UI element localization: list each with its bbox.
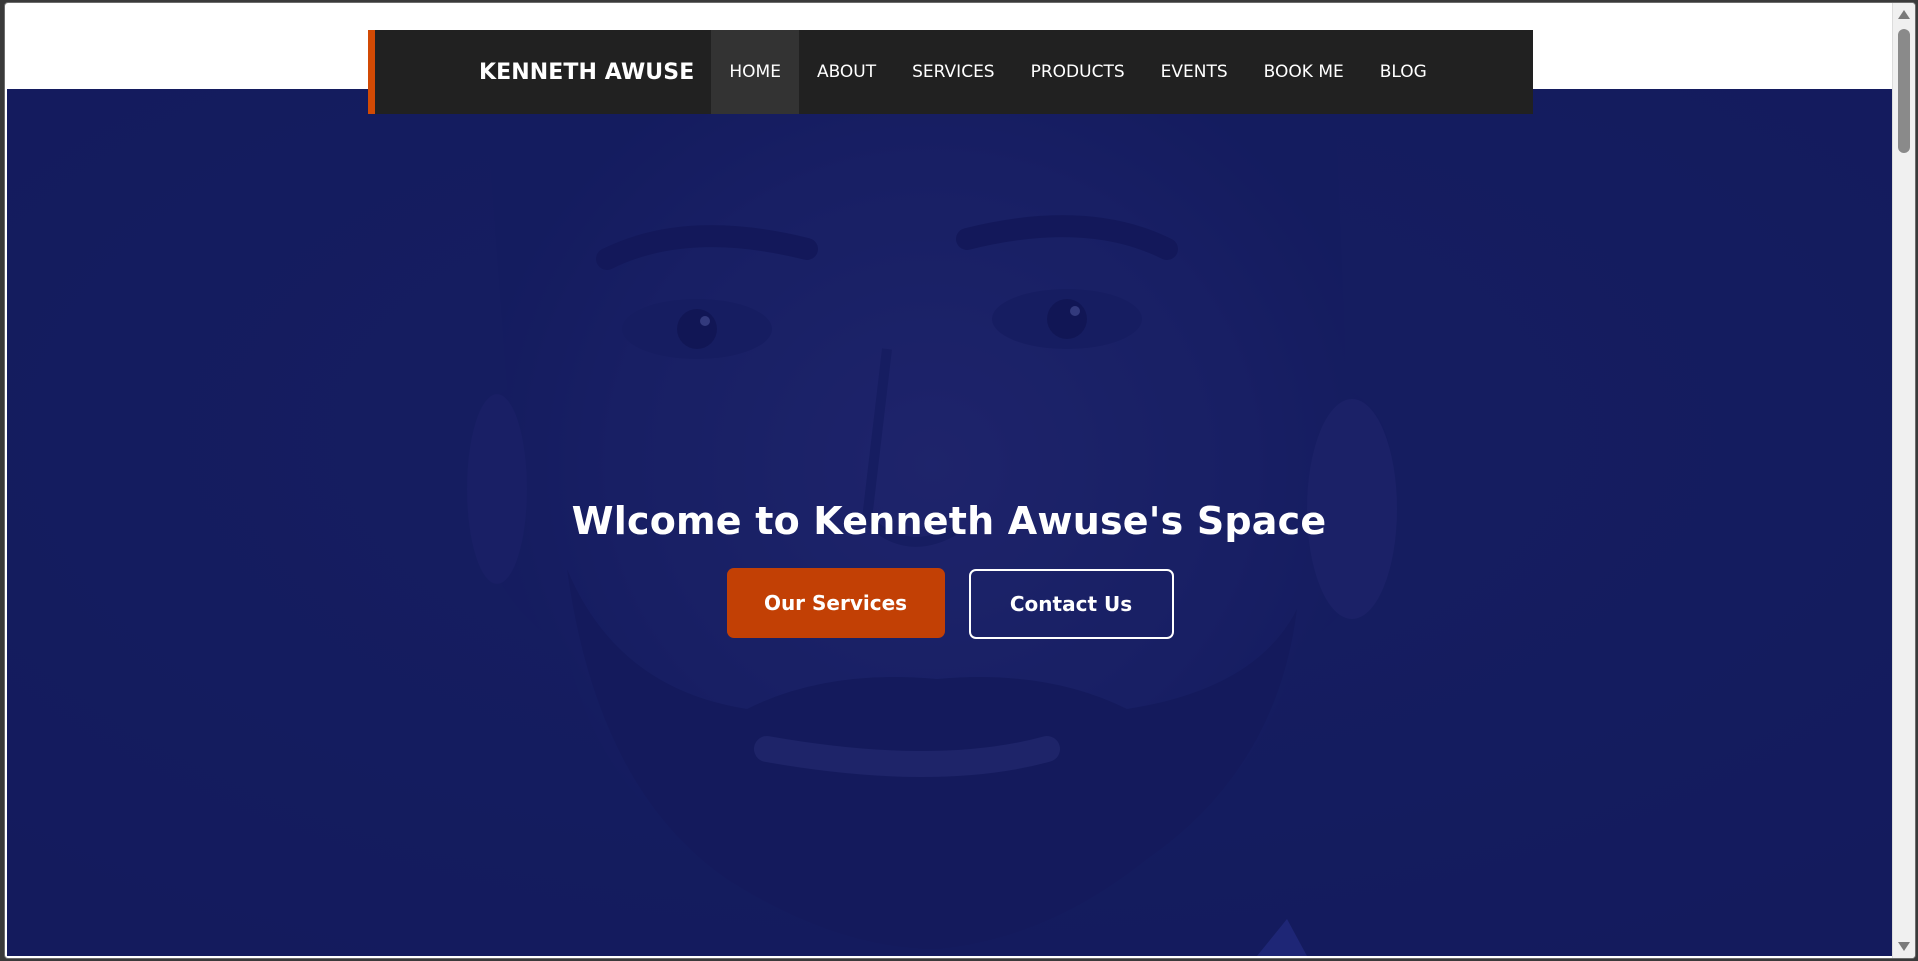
contact-us-button[interactable]: Contact Us	[968, 569, 1174, 639]
nav-item-products[interactable]: PRODUCTS	[1013, 30, 1143, 114]
hero-title: Wlcome to Kenneth Awuse's Space	[571, 499, 1327, 543]
nav-item-events[interactable]: EVENTS	[1143, 30, 1246, 114]
vertical-scrollbar[interactable]	[1892, 3, 1915, 958]
hero-section: Wlcome to Kenneth Awuse's Space Our Serv…	[7, 89, 1893, 956]
nav-item-blog[interactable]: BLOG	[1362, 30, 1445, 114]
scroll-up-arrow-icon[interactable]	[1898, 10, 1910, 19]
nav-item-about[interactable]: ABOUT	[799, 30, 894, 114]
navbar-accent-bar	[368, 30, 375, 114]
scroll-down-arrow-icon[interactable]	[1898, 942, 1910, 951]
nav-menu: HOME ABOUT SERVICES PRODUCTS EVENTS BOOK…	[711, 30, 1444, 114]
browser-window: Wlcome to Kenneth Awuse's Space Our Serv…	[4, 2, 1916, 959]
scrollbar-thumb[interactable]	[1898, 29, 1910, 153]
nav-item-services[interactable]: SERVICES	[894, 30, 1012, 114]
page-viewport: Wlcome to Kenneth Awuse's Space Our Serv…	[7, 5, 1893, 956]
nav-item-book-me[interactable]: BOOK ME	[1246, 30, 1362, 114]
hero-content: Wlcome to Kenneth Awuse's Space Our Serv…	[7, 499, 1893, 639]
hero-buttons: Our Services Contact Us	[7, 568, 1893, 639]
our-services-button[interactable]: Our Services	[726, 568, 945, 638]
main-navbar: KENNETH AWUSE HOME ABOUT SERVICES PRODUC…	[368, 30, 1533, 114]
nav-item-home[interactable]: HOME	[711, 30, 799, 114]
site-brand-logo[interactable]: KENNETH AWUSE	[479, 30, 694, 114]
